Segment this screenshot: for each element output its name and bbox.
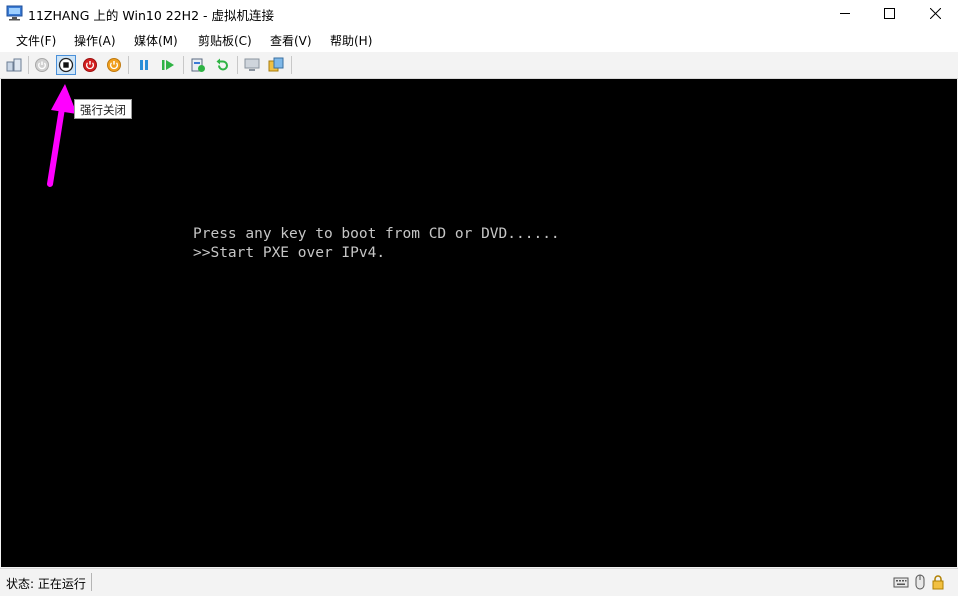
- toolbar-separator: [128, 56, 129, 74]
- close-button[interactable]: [913, 0, 958, 27]
- close-icon: [930, 8, 941, 19]
- console-output: Press any key to boot from CD or DVD....…: [193, 225, 560, 263]
- checkpoint-button[interactable]: [188, 55, 208, 75]
- maximize-button[interactable]: [867, 0, 912, 27]
- lock-icon: [932, 575, 944, 590]
- toolbar: [0, 52, 958, 79]
- revert-icon: [216, 58, 228, 71]
- window-title: 11ZHANG 上的 Win10 22H2 - 虚拟机连接: [28, 8, 274, 23]
- resume-button[interactable]: [158, 55, 178, 75]
- share-icon: [268, 57, 284, 72]
- mouse-icon: [915, 574, 925, 590]
- toolbar-tooltip: 强行关闭: [74, 99, 132, 119]
- status-bar: 状态: 正在运行: [0, 568, 958, 596]
- console-line: Press any key to boot from CD or DVD....…: [193, 226, 560, 242]
- resume-icon: [162, 60, 174, 70]
- keyboard-icon: [893, 577, 909, 588]
- status-separator: [91, 573, 92, 591]
- ctrl-alt-del-button[interactable]: [4, 55, 24, 75]
- annotation-arrow: [47, 84, 77, 187]
- toolbar-separator: [28, 56, 29, 74]
- menu-clipboard[interactable]: 剪贴板(C): [198, 32, 252, 49]
- pause-button[interactable]: [134, 55, 154, 75]
- pause-icon: [140, 60, 148, 70]
- start-button[interactable]: [32, 55, 52, 75]
- enhanced-session-icon: [244, 58, 260, 71]
- shut-down-button[interactable]: [80, 55, 100, 75]
- status-text: 状态: 正在运行: [6, 577, 86, 591]
- menu-bar: 文件(F) 操作(A) 媒体(M) 剪贴板(C) 查看(V) 帮助(H): [0, 27, 958, 52]
- minimize-icon: [840, 13, 850, 14]
- vm-connection-icon: [6, 5, 23, 21]
- console-line: >>Start PXE over IPv4.: [193, 245, 386, 261]
- revert-button[interactable]: [212, 55, 232, 75]
- title-bar: 11ZHANG 上的 Win10 22H2 - 虚拟机连接: [0, 0, 958, 27]
- enhanced-session-button[interactable]: [242, 55, 262, 75]
- maximize-icon: [884, 8, 895, 19]
- toolbar-separator: [183, 56, 184, 74]
- toolbar-separator: [237, 56, 238, 74]
- menu-media[interactable]: 媒体(M): [134, 32, 178, 49]
- share-button[interactable]: [266, 55, 286, 75]
- toolbar-separator: [291, 56, 292, 74]
- menu-action[interactable]: 操作(A): [74, 32, 116, 49]
- vm-screen[interactable]: Press any key to boot from CD or DVD....…: [1, 79, 957, 567]
- turn-off-icon: [58, 57, 74, 73]
- menu-file[interactable]: 文件(F): [16, 32, 56, 49]
- checkpoint-icon: [191, 58, 205, 72]
- menu-help[interactable]: 帮助(H): [330, 32, 372, 49]
- save-icon: [107, 58, 121, 72]
- shut-down-icon: [83, 58, 97, 72]
- save-button[interactable]: [104, 55, 124, 75]
- menu-view[interactable]: 查看(V): [270, 32, 312, 49]
- start-icon: [35, 58, 49, 72]
- turn-off-button[interactable]: [56, 55, 76, 75]
- ctrl-alt-del-icon: [6, 58, 22, 72]
- minimize-button[interactable]: [823, 0, 868, 27]
